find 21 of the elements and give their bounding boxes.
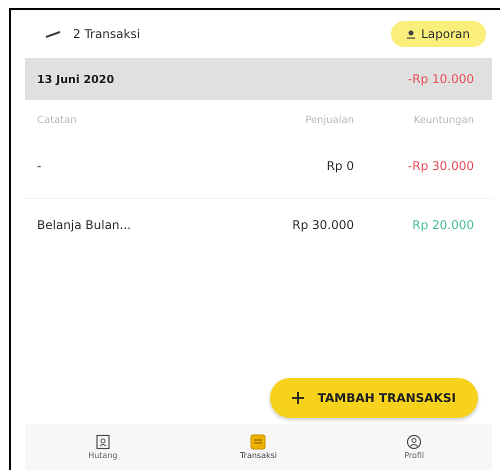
column-header: Catatan <box>37 114 78 126</box>
plus-icon <box>292 392 304 404</box>
sales-cell-text: Rp 30.000 <box>291 218 354 232</box>
transaction-count: 2 Transaksi <box>73 27 140 41</box>
person-icon <box>406 434 422 450</box>
profit-cell-text: -Rp 30.000 <box>406 159 474 173</box>
nav-item[interactable]: Hutang <box>25 424 181 470</box>
column-header: Keuntungan <box>412 114 474 126</box>
sales-cell-text: Rp 0 <box>326 159 354 173</box>
date-label: 13 Juni 2020 <box>37 72 114 86</box>
daily-total: -Rp 10.000 <box>408 72 474 86</box>
nav-item[interactable]: Profil <box>336 424 492 470</box>
nav-item[interactable]: Transaksi <box>180 424 336 470</box>
note-cell-text: Belanja Bulan... <box>37 218 132 232</box>
add-transaction-button[interactable]: TAMBAH TRANSAKSI <box>270 378 478 418</box>
column-header: Penjualan <box>304 114 354 126</box>
note-cell-text: - <box>37 159 42 173</box>
book-icon <box>94 434 111 450</box>
profit-cell-text: Rp 20.000 <box>411 218 474 232</box>
receipt-icon <box>250 434 266 450</box>
report-button[interactable]: Laporan <box>391 21 486 47</box>
